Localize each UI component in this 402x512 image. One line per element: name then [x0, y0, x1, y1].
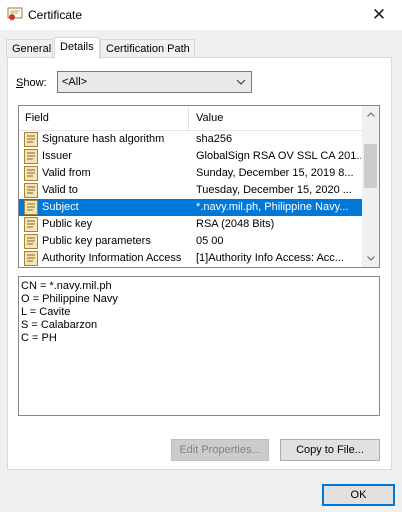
tab-details[interactable]: Details [54, 37, 100, 59]
field-value: GlobalSign RSA OV SSL CA 201... [196, 150, 361, 162]
detail-line: O = Philippine Navy [21, 293, 118, 305]
detail-line: C = PH [21, 332, 57, 344]
tab-general[interactable]: General [6, 39, 53, 58]
table-row[interactable]: Public key parameters 05 00 [19, 233, 364, 250]
tab-certification-path-label: Certification Path [106, 43, 190, 55]
title-bar: Certificate ✕ [0, 0, 402, 30]
column-header-value[interactable]: Value [190, 106, 364, 131]
show-dropdown-value: <All> [62, 76, 88, 88]
window-title: Certificate [28, 8, 83, 22]
certificate-field-icon [24, 200, 38, 215]
chevron-down-icon [231, 77, 251, 87]
close-icon: ✕ [371, 5, 387, 24]
table-row[interactable]: Signature hash algorithm sha256 [19, 131, 364, 148]
column-header-field[interactable]: Field [19, 106, 189, 131]
certificate-field-icon [24, 234, 38, 249]
field-name: Public key parameters [42, 235, 151, 247]
field-name: Valid from [42, 167, 91, 179]
table-row[interactable]: Subject *.navy.mil.ph, Philippine Navy... [19, 199, 364, 216]
field-value: Tuesday, December 15, 2020 ... [196, 184, 352, 196]
certificate-field-icon [24, 132, 38, 147]
listview-rows: Signature hash algorithm sha256 Issuer Glob… [19, 131, 364, 267]
table-row[interactable]: Valid from Sunday, December 15, 2019 8... [19, 165, 364, 182]
field-name: Public key [42, 218, 93, 230]
field-name: Subject [42, 201, 79, 213]
edit-properties-button[interactable]: Edit Properties... [171, 439, 269, 461]
certificate-field-icon [24, 166, 38, 181]
table-row[interactable]: Authority Information Access [1]Authority… [19, 250, 364, 267]
field-value: RSA (2048 Bits) [196, 218, 275, 230]
details-panel: Show: <All> Field Value Signature hash a… [7, 57, 392, 470]
certificate-field-icon [24, 149, 38, 164]
table-row[interactable]: Public key RSA (2048 Bits) [19, 216, 364, 233]
field-value: Sunday, December 15, 2019 8... [196, 167, 354, 179]
table-row[interactable]: Valid to Tuesday, December 15, 2020 ... [19, 182, 364, 199]
listview-scrollbar[interactable] [362, 106, 379, 267]
detail-line: S = Calabarzon [21, 319, 98, 331]
dialog-body: General Details Certification Path Show:… [0, 30, 402, 512]
detail-line: L = Cavite [21, 306, 71, 318]
copy-to-file-button[interactable]: Copy to File... [280, 439, 380, 461]
field-value: 05 00 [196, 235, 224, 247]
show-label: Show: [16, 77, 47, 89]
field-name: Signature hash algorithm [42, 133, 165, 145]
certificate-field-icon [24, 251, 38, 266]
detail-line: CN = *.navy.mil.ph [21, 280, 112, 292]
fields-listview[interactable]: Field Value Signature hash algorithm sha2… [18, 105, 380, 268]
show-label-rest: how: [23, 77, 47, 89]
field-name: Valid to [42, 184, 78, 196]
show-dropdown[interactable]: <All> [57, 71, 252, 93]
listview-header: Field Value [19, 106, 364, 131]
scroll-up-icon[interactable] [362, 106, 379, 123]
field-value: *.navy.mil.ph, Philippine Navy... [196, 201, 349, 213]
field-name: Issuer [42, 150, 72, 162]
certificate-field-icon [24, 217, 38, 232]
field-value: sha256 [196, 133, 233, 145]
field-value: [1]Authority Info Access: Acc... [196, 252, 344, 264]
close-button[interactable]: ✕ [356, 0, 402, 30]
field-name: Authority Information Access [42, 252, 182, 264]
scrollbar-thumb[interactable] [364, 144, 377, 188]
certificate-icon [7, 7, 23, 21]
certificate-field-icon [24, 183, 38, 198]
tab-details-label: Details [60, 41, 94, 53]
field-detail-textbox[interactable]: CN = *.navy.mil.ph O = Philippine Navy L… [18, 276, 380, 416]
ok-button[interactable]: OK [322, 484, 395, 506]
scroll-down-icon[interactable] [362, 250, 379, 267]
tab-certification-path[interactable]: Certification Path [100, 39, 195, 58]
tab-general-label: General [12, 43, 52, 55]
table-row[interactable]: Issuer GlobalSign RSA OV SSL CA 201... [19, 148, 364, 165]
